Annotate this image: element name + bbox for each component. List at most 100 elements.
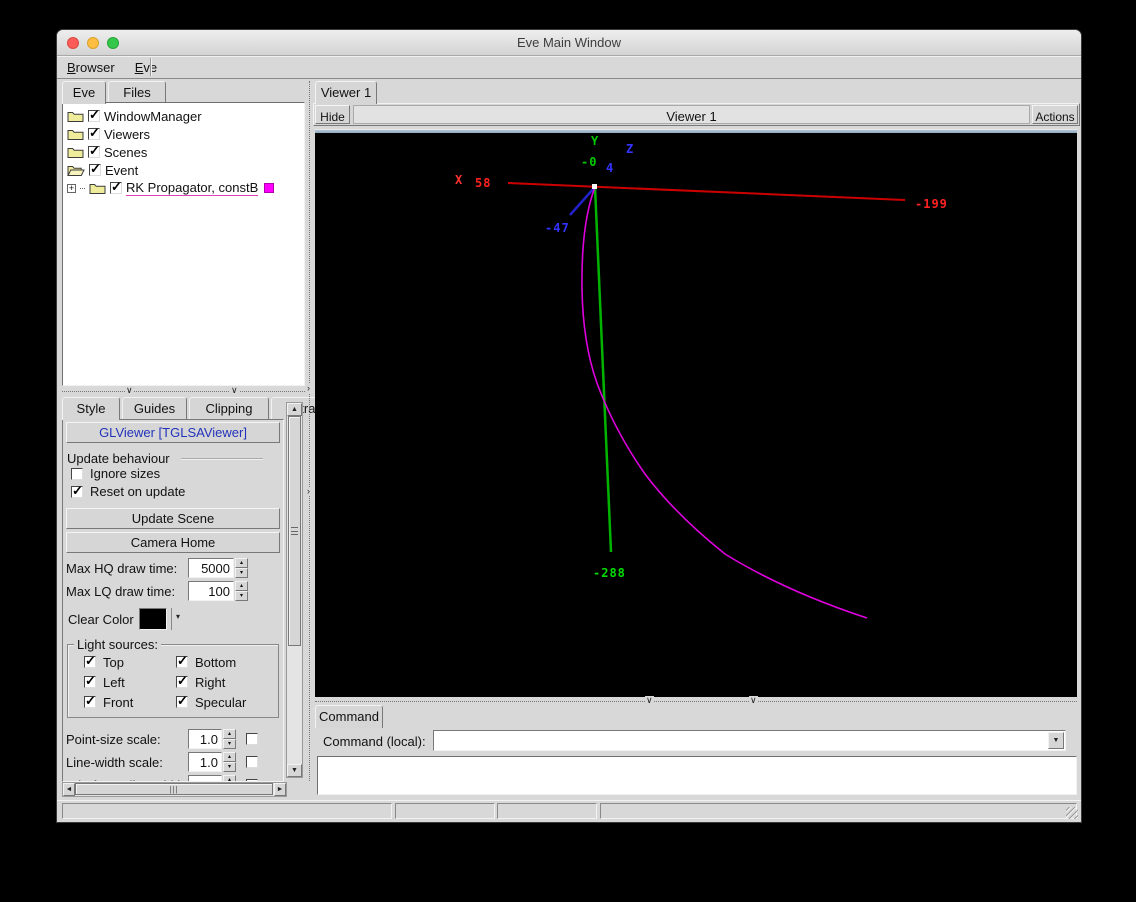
update-scene-button[interactable]: Update Scene [66,508,280,529]
scroll-up-icon[interactable]: ▲ [287,403,302,416]
spin-up-icon[interactable]: ▴ [223,775,236,781]
tab-command[interactable]: Command [315,705,383,728]
tree-row[interactable]: + RK Propagator, constB [63,179,304,197]
checkbox[interactable] [88,107,100,123]
spinner[interactable]: 100 ▴ ▾ [188,581,248,601]
style-panel-hscrollbar[interactable]: ◄ ||| ► [62,782,287,797]
tab-style[interactable]: Style [62,397,120,420]
checkbox[interactable] [176,693,188,709]
resize-grip-icon[interactable] [1066,807,1078,819]
vscrollbar-thumb[interactable] [288,416,301,646]
checkbox[interactable] [89,161,101,177]
splitter-down-arrow-icon[interactable]: ∨ [230,386,239,395]
hide-button[interactable]: Hide [315,105,350,124]
spinner[interactable]: 1.0▴▾ [188,775,236,781]
splitter-right-arrow-icon[interactable]: › [306,487,311,496]
expand-icon[interactable]: + [67,183,76,193]
tree-item-label[interactable]: WindowManager [104,109,202,124]
checkbox-row[interactable]: Ignore sizes [71,466,160,481]
folder-icon[interactable] [67,128,84,141]
spinner-value[interactable]: 1.0 [188,752,222,772]
tab-guides[interactable]: Guides [122,397,187,419]
style-panel: GLViewer [TGLSAViewer] Update behaviour … [62,419,284,782]
camera-home-button[interactable]: Camera Home [66,532,280,553]
spinner-value[interactable]: 1.0 [188,775,222,781]
splitter-right-arrow-icon[interactable]: › [306,384,311,393]
light-source-bottom[interactable]: Bottom [176,653,270,670]
checkbox[interactable] [88,125,100,141]
scale-row: Line-width scale: 1.0 ▴ ▾ [66,752,258,772]
checkbox[interactable] [176,653,188,669]
chevron-down-icon[interactable]: ▼ [1048,732,1064,749]
spinner-value[interactable]: 100 [188,581,234,601]
tab-files[interactable]: Files [108,81,166,103]
command-input[interactable]: ▼ [433,730,1066,751]
folder-open-icon[interactable] [67,164,85,177]
checkbox-row[interactable]: Reset on update [71,483,185,499]
tab-viewer-1[interactable]: Viewer 1 [315,81,377,104]
checkbox[interactable] [246,756,258,768]
tree-row[interactable]: Viewers [63,125,304,143]
glviewer-button[interactable]: GLViewer [TGLSAViewer] [66,422,280,443]
scroll-down-icon[interactable]: ▼ [287,764,302,777]
color-swatch[interactable] [264,183,275,193]
spinner-value[interactable]: 5000 [188,558,234,578]
scroll-right-icon[interactable]: ► [274,783,286,796]
spin-up-icon[interactable]: ▴ [235,558,248,568]
menu-browser[interactable]: Browser [57,56,125,75]
checkbox[interactable] [110,179,122,195]
folder-icon[interactable] [89,182,106,195]
spinner-value[interactable]: 1.0 [188,729,222,749]
light-source-right[interactable]: Right [176,673,270,690]
tree-item-label[interactable]: Viewers [104,127,150,142]
axis-value-label: 58 [475,176,492,190]
tree-row[interactable]: Event [63,161,304,179]
menu-eve[interactable]: Eve [125,56,167,75]
spin-up-icon[interactable]: ▴ [235,581,248,591]
titlebar[interactable]: Eve Main Window [57,30,1081,56]
clear-color-swatch[interactable] [139,608,167,630]
checkbox[interactable] [84,673,96,689]
checkbox[interactable] [176,673,188,689]
splitter-down-arrow-icon[interactable]: ∨ [645,696,654,705]
scroll-left-icon[interactable]: ◄ [63,783,75,796]
checkbox[interactable] [88,143,100,159]
folder-icon[interactable] [67,110,84,123]
tree-row[interactable]: WindowManager [63,107,304,125]
gl-viewport[interactable]: X 58 -199 Y -0 -288 Z 4 -47 [315,129,1077,697]
splitter-down-arrow-icon[interactable]: ∨ [749,696,758,705]
spinner[interactable]: 1.0▴▾ [188,752,236,772]
tree-item-label[interactable]: RK Propagator, constB [126,180,259,196]
tab-eve[interactable]: Eve [62,81,106,104]
spin-up-icon[interactable]: ▴ [223,752,236,762]
checkbox[interactable] [84,653,96,669]
light-source-specular[interactable]: Specular [176,693,270,710]
spin-down-icon[interactable]: ▾ [235,568,248,578]
spinner[interactable]: 1.0▴▾ [188,729,236,749]
clear-color-dropdown-icon[interactable]: ▾ [171,608,180,630]
checkbox[interactable] [71,467,83,480]
style-panel-vscrollbar[interactable]: ▲ ▼ [286,402,303,778]
spin-down-icon[interactable]: ▾ [223,762,236,772]
checkbox[interactable] [84,693,96,709]
hscrollbar-thumb[interactable]: ||| [75,783,273,795]
light-source-left[interactable]: Left [84,673,176,690]
tree-item-label[interactable]: Scenes [104,145,147,160]
tree-row[interactable]: Scenes [63,143,304,161]
spinner[interactable]: 5000 ▴ ▾ [188,558,248,578]
checkbox[interactable] [71,483,83,499]
splitter-down-arrow-icon[interactable]: ∨ [125,386,134,395]
light-source-top[interactable]: Top [84,653,176,670]
spin-down-icon[interactable]: ▾ [235,591,248,601]
spin-up-icon[interactable]: ▴ [223,729,236,739]
light-source-front[interactable]: Front [84,693,176,710]
folder-icon[interactable] [67,146,84,159]
tab-clipping[interactable]: Clipping [189,397,269,419]
status-cell [600,803,1077,819]
spin-down-icon[interactable]: ▾ [223,739,236,749]
actions-button[interactable]: Actions [1032,105,1078,124]
checkbox[interactable] [246,733,258,745]
command-output[interactable] [317,756,1077,795]
draw-time-label: Max HQ draw time: [66,560,178,576]
tree-item-label[interactable]: Event [105,163,138,178]
